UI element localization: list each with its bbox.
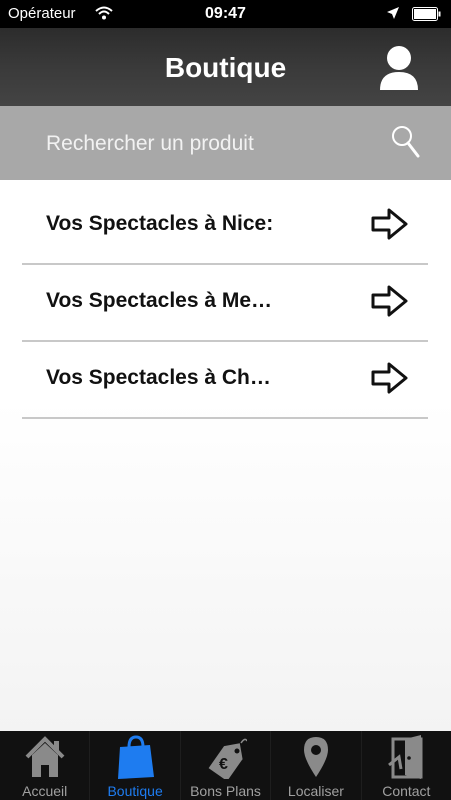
- arrow-right-icon: [370, 360, 410, 396]
- user-icon[interactable]: [378, 44, 420, 92]
- list-item[interactable]: Vos Spectacles à Nice:: [22, 188, 428, 265]
- magnifier-icon[interactable]: [390, 124, 422, 164]
- tab-label: Localiser: [287, 783, 344, 799]
- tab-boutique[interactable]: Boutique: [89, 731, 179, 800]
- tab-label: Contact: [382, 783, 431, 799]
- tab-label: Bons Plans: [190, 783, 261, 799]
- list-item-label: Vos Spectacles à Ch…: [46, 366, 271, 389]
- clock-time: 09:47: [205, 5, 246, 22]
- search-input[interactable]: [44, 128, 368, 160]
- content-area: Vos Spectacles à Nice: Vos Spectacles à …: [0, 180, 451, 731]
- location-pin-icon: [295, 735, 337, 779]
- door-icon: [385, 735, 427, 779]
- category-list: Vos Spectacles à Nice: Vos Spectacles à …: [22, 188, 428, 419]
- tab-bons-plans[interactable]: € Bons Plans: [179, 731, 270, 800]
- search-bar: [0, 106, 451, 180]
- arrow-right-icon: [370, 283, 410, 319]
- nav-header: Boutique: [0, 28, 451, 106]
- tab-bar: Accueil Boutique € Bons Plans Localiser …: [0, 731, 451, 800]
- status-bar: Opérateur 09:47: [0, 0, 451, 28]
- arrow-right-icon: [370, 206, 410, 242]
- tab-localiser[interactable]: Localiser: [270, 731, 360, 800]
- tab-label: Boutique: [107, 783, 163, 799]
- location-arrow-icon: [386, 6, 400, 24]
- svg-text:€: €: [219, 756, 228, 773]
- tab-accueil[interactable]: Accueil: [0, 731, 89, 800]
- list-item-label: Vos Spectacles à Me…: [46, 289, 273, 312]
- battery-icon: [412, 7, 442, 25]
- list-item[interactable]: Vos Spectacles à Ch…: [22, 342, 428, 419]
- tab-contact[interactable]: Contact: [360, 731, 451, 800]
- euro-tag-icon: €: [205, 735, 248, 782]
- list-item-label: Vos Spectacles à Nice:: [46, 212, 274, 235]
- home-icon: [24, 735, 66, 779]
- shopping-bag-icon: [114, 735, 156, 779]
- tab-label: Accueil: [22, 783, 68, 799]
- list-item[interactable]: Vos Spectacles à Me…: [22, 265, 428, 342]
